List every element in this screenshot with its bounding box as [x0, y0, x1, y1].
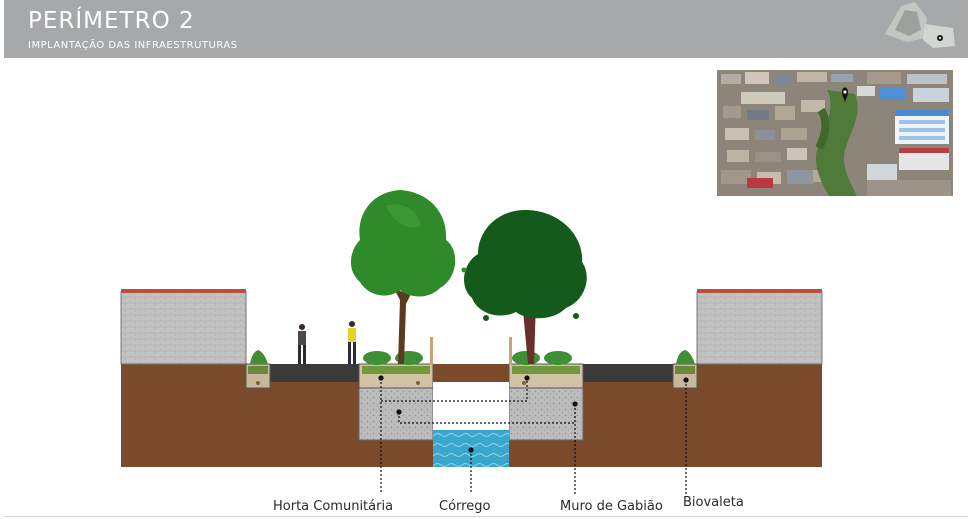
- label-horta-comunitaria: Horta Comunitária: [273, 499, 394, 514]
- person-1: [298, 324, 306, 364]
- label-corrego: Córrego: [439, 499, 491, 514]
- label-biovaleta: Biovaleta: [683, 495, 744, 510]
- person-2: [348, 321, 356, 364]
- cross-section-diagram: [120, 190, 823, 494]
- divider: [4, 516, 968, 517]
- label-muro-de-gabiao: Muro de Gabião: [560, 499, 663, 514]
- tree-right: [461, 210, 587, 364]
- tree-left: [350, 190, 456, 364]
